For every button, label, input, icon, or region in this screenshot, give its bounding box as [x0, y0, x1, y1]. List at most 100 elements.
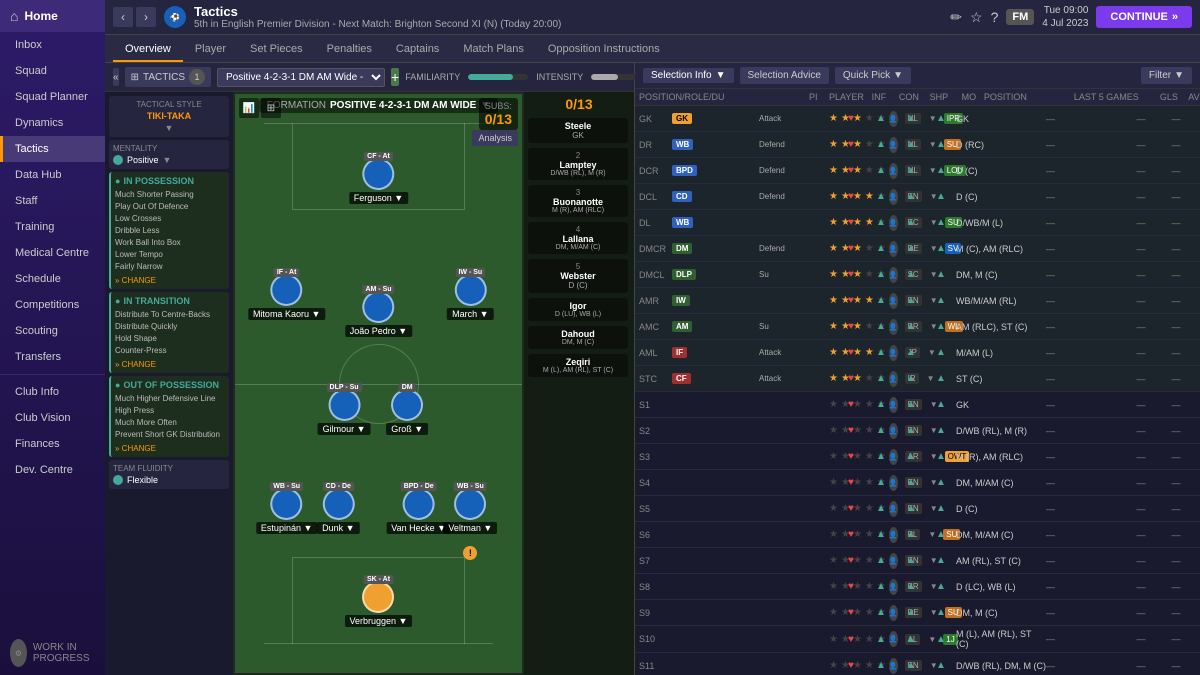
- sub-player-zeqiri[interactable]: Zeqiri M (L), AM (RL), ST (C): [528, 354, 628, 377]
- table-row[interactable]: S1 ★★★★★ 👤 EN Jason Steele ▼ ♥ ▲ ▲ ▲ GK …: [635, 392, 1200, 418]
- table-row[interactable]: AMR IW ★★★★★ 👤 EN Solly March ▼ ♥ ▲ ▲ ▲ …: [635, 288, 1200, 314]
- time: Tue 09:00: [1042, 4, 1088, 17]
- table-row[interactable]: S9 ★★★★★ 👤 DE M. Dahoud ▼ SU ♥ ▲ ▲ ▲ DM,…: [635, 600, 1200, 626]
- tab-captains[interactable]: Captains: [384, 38, 451, 62]
- table-row[interactable]: AML IF Attack ★★★★★ 👤 JP Mitoma Kaoru ▼ …: [635, 340, 1200, 366]
- tab-opposition[interactable]: Opposition Instructions: [536, 38, 672, 62]
- sidebar-item-inbox[interactable]: Inbox: [0, 32, 105, 58]
- selection-advice-button[interactable]: Selection Advice: [740, 67, 829, 84]
- sidebar-item-staff[interactable]: Staff: [0, 188, 105, 214]
- home-button[interactable]: ⌂ Home: [0, 0, 105, 32]
- sidebar-item-squad[interactable]: Squad: [0, 58, 105, 84]
- help-button[interactable]: ?: [991, 9, 999, 25]
- sidebar-item-scouting[interactable]: Scouting: [0, 318, 105, 344]
- table-row[interactable]: DL WB ★★★★★ 👤 EC Pervis Estupiñán ▼ SU ♥…: [635, 210, 1200, 236]
- pitch-icons: 📊 ⊞: [239, 98, 281, 118]
- formation-header[interactable]: FORMATION POSITIVE 4-2-3-1 DM AM WIDE ▼: [259, 98, 499, 113]
- sub-player-igor[interactable]: Igor D (LU), WB (L): [528, 298, 628, 321]
- quick-pick-dropdown[interactable]: Quick Pick ▼: [835, 67, 911, 84]
- table-row[interactable]: S3 ★★★★★ 👤 AR F. Buonanotte ▼ OWT ♥ ▲ ▲ …: [635, 444, 1200, 470]
- tab-set-pieces[interactable]: Set Pieces: [238, 38, 315, 62]
- table-row[interactable]: S10 ★★★★★ 👤 AL Andi Zeqiri ▼ 1J ♥ ▲ ▲ ▲ …: [635, 626, 1200, 653]
- collapse-button[interactable]: «: [113, 68, 119, 86]
- sub-player-buonanotte[interactable]: 3 Buonanotte M (R), AM (RLC): [528, 185, 628, 217]
- player-node-dmcl[interactable]: DLP - Su Gilmour ▼: [318, 389, 371, 435]
- tactical-style-label: TACTICAL STYLE: [113, 100, 225, 109]
- player-node-wbl[interactable]: WB - Su Estupinán ▼: [256, 488, 317, 534]
- table-row[interactable]: S4 ★★★★★ 👤 EN Adam Lallana ▼ ♥ ▲ ▲ ▲ DM,…: [635, 470, 1200, 496]
- table-row[interactable]: S7 ★★★★★ 👤 EN Danny Welbeck ▼ ♥ ▲ ▲ ▲ AM…: [635, 548, 1200, 574]
- col-mo-header: MO: [954, 92, 984, 102]
- sub-player-lamptey[interactable]: 2 Lamptey D/WB (RL), M (R): [528, 148, 628, 180]
- player-node-am[interactable]: AM - Su João Pedro ▼: [345, 291, 412, 337]
- add-tactics-button[interactable]: +: [391, 68, 399, 86]
- table-row[interactable]: DCR BPD Defend ★★★★★ 👤 NL J. van Hecke ▼…: [635, 158, 1200, 184]
- sidebar-item-competitions[interactable]: Competitions: [0, 292, 105, 318]
- sidebar-item-tactics[interactable]: Tactics: [0, 136, 105, 162]
- player-node-dcr[interactable]: BPD - De Van Hecke ▼: [386, 488, 451, 534]
- club-vision-label: Club Vision: [15, 412, 70, 424]
- tab-penalties[interactable]: Penalties: [315, 38, 384, 62]
- sub-player-lallana[interactable]: 4 Lallana DM, M/AM (C): [528, 222, 628, 254]
- dynamics-label: Dynamics: [15, 117, 63, 129]
- player-node-dcl[interactable]: CD - De Dunk ▼: [317, 488, 359, 534]
- tab-overview[interactable]: Overview: [113, 38, 183, 62]
- player-node-amr[interactable]: IW - Su March ▼: [447, 274, 493, 320]
- sidebar-item-medical[interactable]: Medical Centre: [0, 240, 105, 266]
- analysis-button[interactable]: Analysis: [472, 130, 518, 146]
- sidebar-item-club-info[interactable]: Club Info: [0, 379, 105, 405]
- sub-player-steele[interactable]: Steele GK: [528, 118, 628, 143]
- sidebar-item-squad-planner[interactable]: Squad Planner: [0, 84, 105, 110]
- table-row[interactable]: DMCR DM Defend ★★★★★ 👤 DE Pascal Groß ▼ …: [635, 236, 1200, 262]
- competitions-label: Competitions: [15, 299, 79, 311]
- page-subtitle: 5th in English Premier Division - Next M…: [194, 19, 942, 30]
- possession-change-button[interactable]: » CHANGE: [115, 276, 225, 285]
- table-row[interactable]: DMCL DLP Su ★★★★★ 👤 SC Billy Gilmour ▼ ♥…: [635, 262, 1200, 288]
- nav-back-button[interactable]: ‹: [113, 7, 133, 27]
- table-row[interactable]: GK GK Attack ★★★★★ 👤 NL Bart Verbruggen …: [635, 106, 1200, 132]
- sidebar-item-transfers[interactable]: Transfers: [0, 344, 105, 370]
- sub-player-dahoud[interactable]: Dahoud DM, M (C): [528, 326, 628, 349]
- sidebar-item-schedule[interactable]: Schedule: [0, 266, 105, 292]
- table-row[interactable]: DCL CD Defend ★★★★★ 👤 EN Lewis Dunk ▼ ♥ …: [635, 184, 1200, 210]
- transition-change-button[interactable]: » CHANGE: [115, 360, 225, 369]
- grid-icon[interactable]: ⊞: [261, 98, 281, 118]
- table-row[interactable]: STC CF Attack ★★★★★ 👤 IR Evan Ferguson ▼…: [635, 366, 1200, 392]
- work-in-progress: ⚙ WORK IN PROGRESS: [0, 631, 105, 675]
- sidebar-item-club-vision[interactable]: Club Vision: [0, 405, 105, 431]
- pencil-button[interactable]: ✏: [950, 9, 962, 26]
- col-av-header: AV RAT: [1184, 92, 1200, 102]
- tab-player[interactable]: Player: [183, 38, 238, 62]
- player-node-wbr[interactable]: WB - Su Veltman ▼: [443, 488, 497, 534]
- col-last5-header: LAST 5 GAMES: [1074, 92, 1154, 102]
- continue-button[interactable]: CONTINUE »: [1096, 6, 1192, 28]
- table-row[interactable]: DR WB Defend ★★★★★ 👤 NL Joel Veltman ▼ S…: [635, 132, 1200, 158]
- tactical-style-box: TACTICAL STYLE TIKI-TAKA ▼: [109, 96, 229, 137]
- possession-out-change-button[interactable]: » CHANGE: [115, 444, 225, 453]
- tactics-name-select[interactable]: Positive 4-2-3-1 DM AM Wide -: [217, 68, 385, 87]
- col-player-header: PLAYER: [829, 92, 864, 102]
- bar-chart-icon[interactable]: 📊: [239, 98, 259, 118]
- table-row[interactable]: S11 ★★★★★ 👤 EN James Milner ▼ ♥ ▲ ▲ ▲ D/…: [635, 653, 1200, 675]
- table-row[interactable]: AMC AM Su ★★★★★ 👤 BR João Pedro ▼ WL ♥ ▲…: [635, 314, 1200, 340]
- sidebar-item-dynamics[interactable]: Dynamics: [0, 110, 105, 136]
- table-row[interactable]: S2 ★★★★★ 👤 EN Tariq Lamptey ▼ ♥ ▲ ▲ ▲ D/…: [635, 418, 1200, 444]
- player-node-aml[interactable]: IF - At Mitoma Kaoru ▼: [248, 274, 325, 320]
- player-node-cf[interactable]: CF - At Ferguson ▼: [349, 158, 408, 204]
- selection-info-dropdown[interactable]: Selection Info ▼: [643, 68, 734, 83]
- sidebar-item-dev-centre[interactable]: Dev. Centre: [0, 457, 105, 483]
- tab-match-plans[interactable]: Match Plans: [451, 38, 536, 62]
- club-info-label: Club Info: [15, 386, 59, 398]
- sidebar-item-training[interactable]: Training: [0, 214, 105, 240]
- trophy-button[interactable]: ☆: [970, 9, 983, 26]
- sub-player-webster[interactable]: 5 Webster D (C): [528, 259, 628, 293]
- table-row[interactable]: S8 ★★★★★ 👤 BR Igor ▼ ♥ ▲ ▲ ▲ D (LC), WB …: [635, 574, 1200, 600]
- table-row[interactable]: S6 ★★★★★ 👤 PL Jakub Moder ▼ SU ♥ ▲ ▲ ▲ D…: [635, 522, 1200, 548]
- sidebar-item-data-hub[interactable]: Data Hub: [0, 162, 105, 188]
- table-row[interactable]: S5 ★★★★★ 👤 EN Adam Webster ▼ ♥ ▲ ▲ ▲ D (…: [635, 496, 1200, 522]
- filter-button[interactable]: Filter ▼: [1141, 67, 1192, 84]
- player-node-gk[interactable]: SK - At Verbruggen ▼: [345, 581, 413, 627]
- nav-forward-button[interactable]: ›: [136, 7, 156, 27]
- sidebar-item-finances[interactable]: Finances: [0, 431, 105, 457]
- player-node-dmcr[interactable]: DM Groß ▼: [386, 389, 428, 435]
